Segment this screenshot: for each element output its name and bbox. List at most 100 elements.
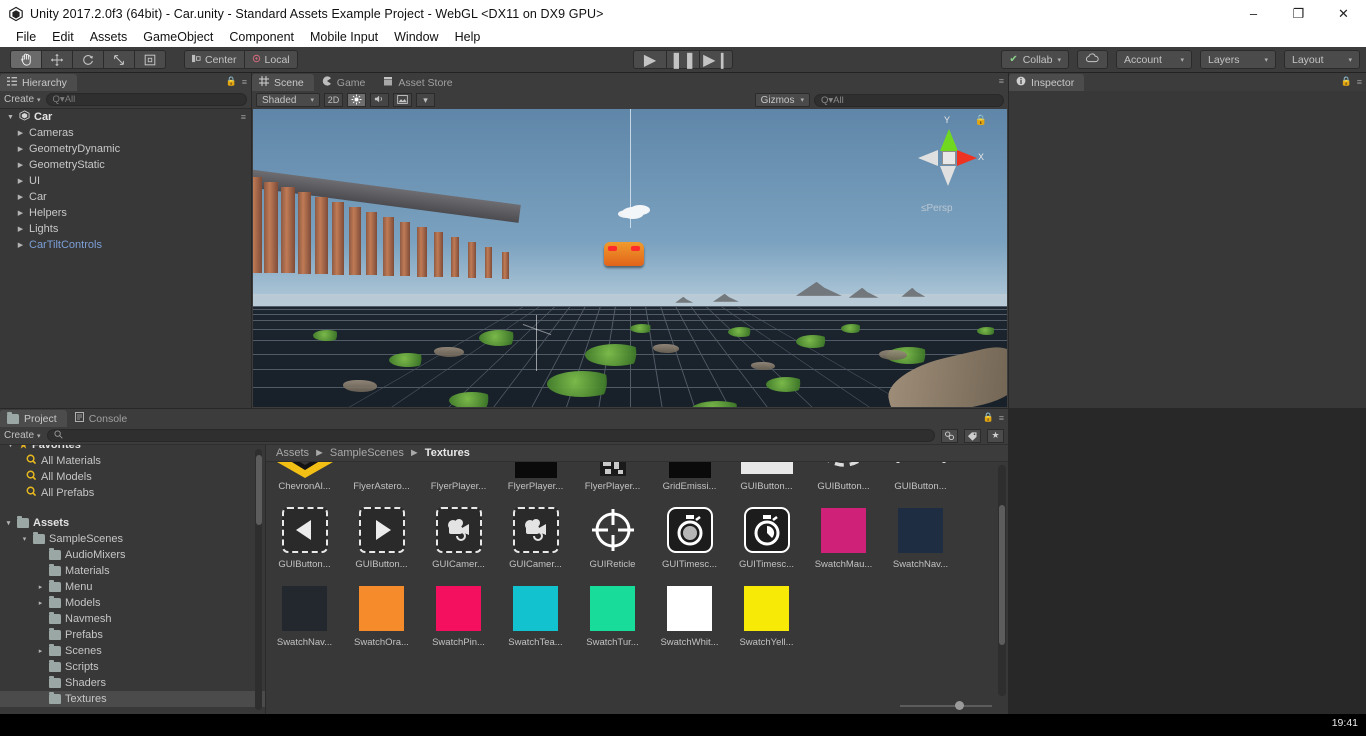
lock-icon[interactable]: 🔒 xyxy=(975,115,987,126)
asset-item[interactable]: FlyerPlayer... xyxy=(574,462,651,492)
tree-scrollbar[interactable] xyxy=(255,449,262,710)
asset-item[interactable]: FlyerAstero... xyxy=(343,462,420,492)
project-search-input[interactable] xyxy=(46,429,935,442)
hierarchy-item-geometrystatic[interactable]: ▶ GeometryStatic xyxy=(0,157,251,173)
favorite-item[interactable]: All Prefabs xyxy=(0,485,265,501)
minimize-button[interactable]: – xyxy=(1231,0,1276,27)
hierarchy-item-lights[interactable]: ▶ Lights xyxy=(0,221,251,237)
chevron-right-icon[interactable]: ▸ xyxy=(36,599,45,607)
label-filter-icon[interactable] xyxy=(964,428,981,443)
asset-item[interactable]: SwatchWhit... xyxy=(651,582,728,648)
asset-item[interactable]: GridEmissi... xyxy=(651,462,728,492)
panel-menu-icon[interactable]: ≡ xyxy=(999,76,1004,86)
chevron-right-icon[interactable]: ▶ xyxy=(16,129,25,137)
hierarchy-item-car[interactable]: ▶ Car xyxy=(0,189,251,205)
gizmos-dropdown[interactable]: Gizmos ▾ xyxy=(754,93,810,107)
projection-mode-label[interactable]: ≤Persp xyxy=(921,203,953,214)
tab-hierarchy[interactable]: Hierarchy xyxy=(0,74,77,91)
folder-item-textures[interactable]: Textures xyxy=(0,691,265,707)
asset-item[interactable]: GUITimesc... xyxy=(728,504,805,570)
effects-dropdown-button[interactable]: ▾ xyxy=(416,93,435,107)
asset-item[interactable]: GUIButton... xyxy=(882,462,959,492)
asset-item[interactable]: GUIButton... xyxy=(343,504,420,570)
folder-item-shaders[interactable]: Shaders xyxy=(0,675,265,691)
tab-game[interactable]: Game xyxy=(314,74,376,91)
move-tool-button[interactable] xyxy=(41,50,73,69)
lock-icon[interactable]: 🔒 xyxy=(226,76,237,87)
axis-x-negative-cone[interactable] xyxy=(918,150,938,166)
asset-item[interactable]: SwatchNav... xyxy=(266,582,343,648)
folder-item-scripts[interactable]: Scripts xyxy=(0,659,265,675)
hierarchy-item-geometrydynamic[interactable]: ▶ GeometryDynamic xyxy=(0,141,251,157)
asset-item[interactable]: SwatchOra... xyxy=(343,582,420,648)
axis-center-cube[interactable] xyxy=(942,151,956,165)
folder-item-scenes[interactable]: ▸ Scenes xyxy=(0,643,265,659)
chevron-right-icon[interactable]: ▶ xyxy=(16,225,25,233)
chevron-right-icon[interactable]: ▸ xyxy=(36,647,45,655)
tab-scene[interactable]: Scene xyxy=(252,74,314,91)
maximize-button[interactable]: ❐ xyxy=(1276,0,1321,27)
toggle-2d-button[interactable]: 2D xyxy=(324,93,343,107)
account-button[interactable]: Account ▾ xyxy=(1116,50,1192,69)
hierarchy-create-button[interactable]: Create ▾ xyxy=(4,94,41,105)
pause-button[interactable]: ❚❚ xyxy=(666,50,700,69)
folder-item-navmesh[interactable]: Navmesh xyxy=(0,611,265,627)
hierarchy-item-cameras[interactable]: ▶ Cameras xyxy=(0,125,251,141)
rect-tool-button[interactable] xyxy=(134,50,166,69)
rotation-mode-button[interactable]: Local xyxy=(243,50,298,69)
chevron-right-icon[interactable]: ▶ xyxy=(16,161,25,169)
menu-window[interactable]: Window xyxy=(386,27,446,47)
asset-item[interactable]: SwatchTea... xyxy=(497,582,574,648)
chevron-right-icon[interactable]: ▶ xyxy=(16,145,25,153)
asset-item[interactable]: SwatchNav... xyxy=(882,504,959,570)
chevron-down-icon[interactable]: ▾ xyxy=(20,535,29,543)
close-button[interactable]: ✕ xyxy=(1321,0,1366,27)
tab-inspector[interactable]: Inspector xyxy=(1009,74,1085,91)
shading-mode-dropdown[interactable]: Shaded ▾ xyxy=(256,93,320,107)
hand-tool-button[interactable] xyxy=(10,50,42,69)
toggle-lighting-button[interactable] xyxy=(347,93,366,107)
breadcrumb-textures[interactable]: Textures xyxy=(425,447,470,459)
layers-button[interactable]: Layers ▾ xyxy=(1200,50,1276,69)
grid-scrollbar[interactable] xyxy=(998,465,1006,696)
toggle-effects-button[interactable] xyxy=(393,93,412,107)
asset-item[interactable]: GUIButton... xyxy=(728,462,805,492)
scale-tool-button[interactable] xyxy=(103,50,135,69)
menu-component[interactable]: Component xyxy=(221,27,302,47)
hierarchy-item-cartiltcontrols[interactable]: ▶ CarTiltControls xyxy=(0,237,251,253)
lock-icon[interactable]: 🔒 xyxy=(1341,76,1352,87)
panel-menu-icon[interactable]: ≡ xyxy=(999,413,1004,423)
hierarchy-item-ui[interactable]: ▶ UI xyxy=(0,173,251,189)
hierarchy-item-helpers[interactable]: ▶ Helpers xyxy=(0,205,251,221)
menu-assets[interactable]: Assets xyxy=(82,27,136,47)
axis-y-cone[interactable] xyxy=(940,129,958,151)
menu-gameobject[interactable]: GameObject xyxy=(135,27,221,47)
step-button[interactable]: ▶❙ xyxy=(699,50,733,69)
play-button[interactable]: ▶ xyxy=(633,50,667,69)
folder-item-materials[interactable]: Materials xyxy=(0,563,265,579)
folder-item-prefabs[interactable]: Prefabs xyxy=(0,627,265,643)
panel-menu-icon[interactable]: ≡ xyxy=(242,77,247,87)
panel-menu-icon[interactable]: ≡ xyxy=(1357,77,1362,87)
menu-file[interactable]: File xyxy=(8,27,44,47)
favorite-star-icon[interactable]: ★ xyxy=(987,428,1004,443)
asset-type-filter-icon[interactable] xyxy=(941,428,958,443)
folder-item-menu[interactable]: ▸ Menu xyxy=(0,579,265,595)
asset-item[interactable]: GUIReticle xyxy=(574,504,651,570)
chevron-right-icon[interactable]: ▶ xyxy=(16,209,25,217)
favorites-header[interactable]: ▾ ★ Favorites xyxy=(0,445,265,453)
tab-asset-store[interactable]: Asset Store xyxy=(376,74,463,91)
layout-button[interactable]: Layout ▾ xyxy=(1284,50,1360,69)
asset-item[interactable]: GUICamer... xyxy=(497,504,574,570)
tab-project[interactable]: Project xyxy=(0,410,67,427)
asset-item[interactable]: GUICamer... xyxy=(420,504,497,570)
folder-item-models[interactable]: ▸ Models xyxy=(0,595,265,611)
lock-icon[interactable]: 🔒 xyxy=(983,412,994,423)
scene-axis-gizmo[interactable]: 🔒 Y X ≤Persp xyxy=(911,113,989,214)
asset-item[interactable]: FlyerPlayer... xyxy=(497,462,574,492)
favorite-item[interactable]: All Models xyxy=(0,469,265,485)
asset-zoom-slider[interactable] xyxy=(900,700,992,711)
cloud-button[interactable] xyxy=(1077,50,1108,69)
pivot-mode-button[interactable]: Center xyxy=(184,50,245,69)
chevron-down-icon[interactable]: ▾ xyxy=(4,519,13,527)
